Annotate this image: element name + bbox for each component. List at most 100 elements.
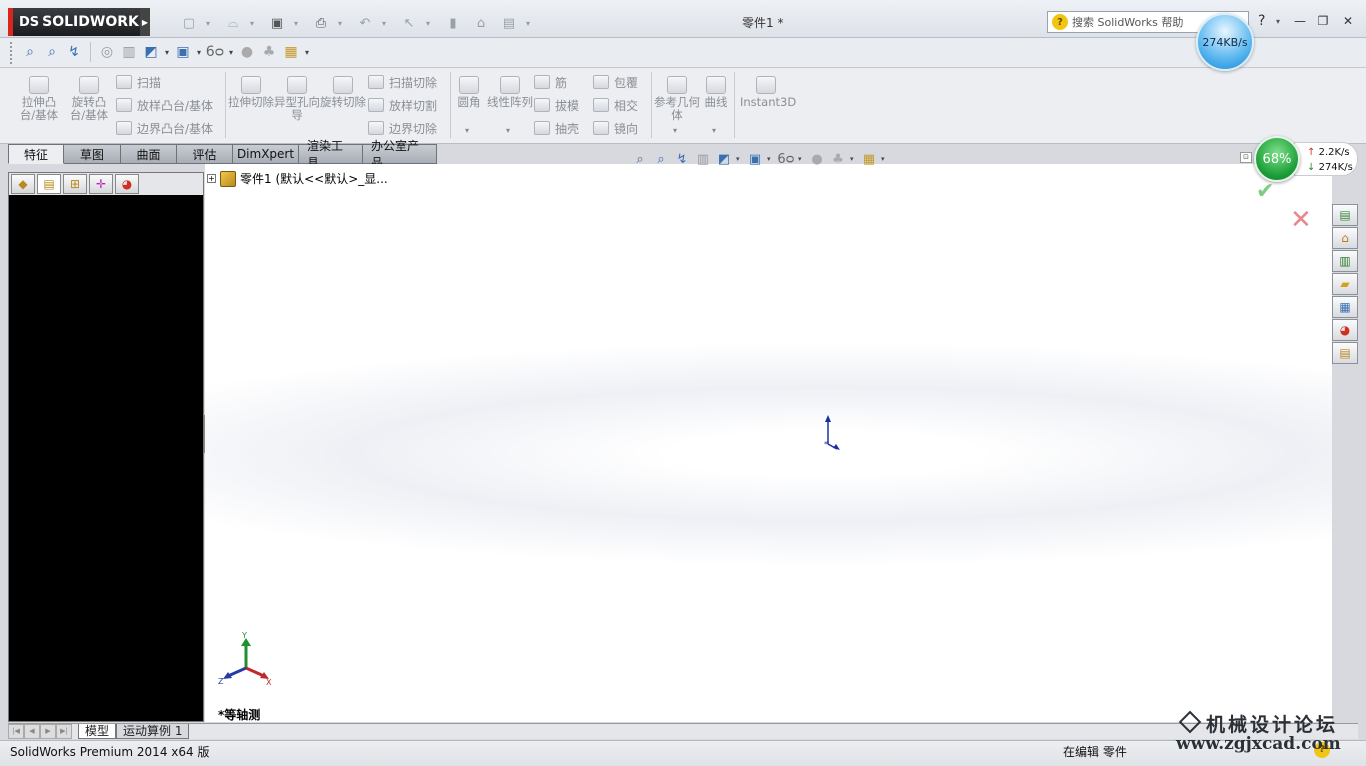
view-settings-icon[interactable]: ▦ [860, 150, 878, 168]
fillet-dropdown-icon[interactable]: ▾ [465, 126, 469, 135]
file-explorer-icon[interactable]: ▰ [1332, 273, 1358, 295]
hide-show-items-icon[interactable]: ▣ [173, 42, 193, 62]
help-dropdown-icon[interactable]: ▾ [1276, 17, 1280, 26]
dimxpert-manager-tab-icon[interactable]: ✛ [89, 174, 113, 194]
rebuild-icon[interactable]: ▮ [442, 13, 464, 33]
reference-triad[interactable]: Y X Z [216, 632, 276, 686]
boundary-cut-button[interactable]: 边界切除 [368, 118, 437, 138]
open-folder-icon[interactable]: ⌓ [222, 13, 244, 33]
feature-manager-tab-icon[interactable]: ◆ [11, 174, 35, 194]
wrap-button[interactable]: 包覆 [593, 72, 638, 92]
print-dropdown-icon[interactable]: ▾ [338, 19, 348, 28]
home-icon[interactable]: ⌂ [1332, 227, 1358, 249]
restore-button[interactable]: ❐ [1315, 14, 1331, 28]
help-button[interactable]: ? [1258, 13, 1265, 29]
zoom-to-fit-icon[interactable]: ⌕ [20, 42, 40, 62]
tab-motion-study[interactable]: 运动算例 1 [116, 724, 190, 739]
undo-icon[interactable]: ↶ [354, 13, 376, 33]
tab-surfaces[interactable]: 曲面 [121, 144, 177, 164]
minimize-button[interactable]: — [1292, 14, 1308, 28]
revolve-boss-button[interactable]: 旋转凸台/基体 [66, 76, 112, 122]
linear-pattern-button[interactable]: 线性阵列 [487, 76, 533, 109]
toolbar-grip[interactable] [10, 42, 13, 64]
tab-features[interactable]: 特征 [8, 144, 64, 164]
section-view-icon[interactable]: ◎ [97, 42, 117, 62]
save-icon[interactable]: ▣ [266, 13, 288, 33]
view-orientation-icon[interactable]: ◩ [715, 150, 733, 168]
network-meter-widget[interactable]: ↑ 2.2K/s ↓ 274K/s 68% [1254, 136, 1360, 182]
origin-icon[interactable]: * [822, 414, 842, 452]
options-dropdown-icon[interactable]: ▾ [526, 19, 536, 28]
previous-view-icon[interactable]: ↯ [673, 150, 691, 168]
first-tab-icon[interactable]: |◀ [8, 724, 24, 739]
network-speed-bubble[interactable]: 274KB/s [1196, 13, 1254, 71]
next-tab-icon[interactable]: ▶ [40, 724, 56, 739]
intersect-button[interactable]: 相交 [593, 95, 638, 115]
realview-icon[interactable]: ♣ [829, 150, 847, 168]
display-style-icon[interactable]: ◩ [141, 42, 161, 62]
select-arrow-icon[interactable]: ↖ [398, 13, 420, 33]
tab-render-tools[interactable]: 渲染工具 [299, 139, 363, 170]
previous-view-icon[interactable]: ↯ [64, 42, 84, 62]
zoom-to-area-icon[interactable]: ⌕ [652, 150, 670, 168]
revolve-cut-button[interactable]: 旋转切除 [320, 76, 366, 109]
tab-evaluate[interactable]: 评估 [177, 144, 233, 164]
reference-geometry-button[interactable]: 参考几何体 [654, 76, 700, 122]
prev-tab-icon[interactable]: ◀ [24, 724, 40, 739]
rib-button[interactable]: 筋 [534, 72, 567, 92]
curves-button[interactable]: 曲线 [700, 76, 732, 109]
view-orientation-icon[interactable]: ▥ [119, 42, 139, 62]
edit-appearance-icon[interactable]: 6ᴑ [205, 42, 225, 62]
boundary-boss-button[interactable]: 边界凸台/基体 [116, 118, 213, 138]
solidworks-logo[interactable]: DS SOLIDWORKS [8, 8, 149, 36]
file-properties-icon[interactable]: ⌂ [470, 13, 492, 33]
hide-show-icon[interactable]: 6ᴑ [777, 150, 795, 168]
display-style-dropdown-icon[interactable]: ▾ [163, 48, 171, 57]
undo-dropdown-icon[interactable]: ▾ [382, 19, 392, 28]
close-button[interactable]: ✕ [1340, 14, 1356, 28]
fillet-button[interactable]: 圆角 [449, 76, 489, 109]
apply-scene-icon[interactable]: ● [237, 42, 257, 62]
view-settings-icon[interactable]: ▦ [281, 42, 301, 62]
hide-show-dropdown-icon[interactable]: ▾ [798, 155, 805, 163]
view-orientation-dropdown-icon[interactable]: ▾ [736, 155, 743, 163]
tab-office-products[interactable]: 办公室产品 [363, 139, 437, 170]
tab-dimxpert[interactable]: DimXpert [233, 144, 299, 164]
select-dropdown-icon[interactable]: ▾ [426, 19, 436, 28]
draft-button[interactable]: 拔模 [534, 95, 579, 115]
loft-button[interactable]: 放样凸台/基体 [116, 95, 213, 115]
appearance-dropdown-icon[interactable]: ▾ [227, 48, 235, 57]
solidworks-resources-icon[interactable]: ▤ [1332, 204, 1358, 226]
tab-model[interactable]: 模型 [78, 724, 117, 739]
hide-show-dropdown-icon[interactable]: ▾ [195, 48, 203, 57]
display-style-dropdown-icon[interactable]: ▾ [767, 155, 774, 163]
realview-icon[interactable]: ♣ [259, 42, 279, 62]
menu-expand-arrow-icon[interactable]: ▶ [140, 8, 150, 36]
pattern-dropdown-icon[interactable]: ▾ [506, 126, 510, 135]
zoom-to-fit-icon[interactable]: ⌕ [631, 150, 649, 168]
tab-sketch[interactable]: 草图 [64, 144, 121, 164]
graphics-area[interactable] [205, 164, 1332, 722]
property-manager-tab-icon[interactable]: ▤ [37, 174, 61, 194]
cancel-x-icon[interactable]: ✕ [1290, 205, 1312, 235]
instant3d-button[interactable]: Instant3D [740, 76, 796, 109]
extrude-cut-button[interactable]: 拉伸切除 [228, 76, 274, 109]
hole-wizard-button[interactable]: 异型孔向导 [274, 76, 320, 122]
design-library-icon[interactable]: ▥ [1332, 250, 1358, 272]
confirm-check-icon[interactable]: ✔ [1256, 179, 1274, 204]
ref-geometry-dropdown-icon[interactable]: ▾ [673, 126, 677, 135]
extrude-boss-button[interactable]: 拉伸凸台/基体 [16, 76, 62, 122]
scene-icon[interactable]: ● [808, 150, 826, 168]
display-manager-tab-icon[interactable]: ◕ [115, 174, 139, 194]
section-view-icon[interactable]: ▥ [694, 150, 712, 168]
appearances-scenes-icon[interactable]: ◕ [1332, 319, 1358, 341]
curves-dropdown-icon[interactable]: ▾ [712, 126, 716, 135]
feature-tree-root[interactable]: + 零件1 (默认<<默认>_显... [207, 170, 388, 187]
save-dropdown-icon[interactable]: ▾ [294, 19, 304, 28]
custom-properties-icon[interactable]: ▤ [1332, 342, 1358, 364]
expand-icon[interactable]: + [207, 174, 216, 183]
sweep-button[interactable]: 扫描 [116, 72, 161, 92]
new-document-icon[interactable]: ▢ [178, 13, 200, 33]
display-style-icon[interactable]: ▣ [746, 150, 764, 168]
expand-view-icon[interactable]: ⊡ [1240, 152, 1252, 163]
